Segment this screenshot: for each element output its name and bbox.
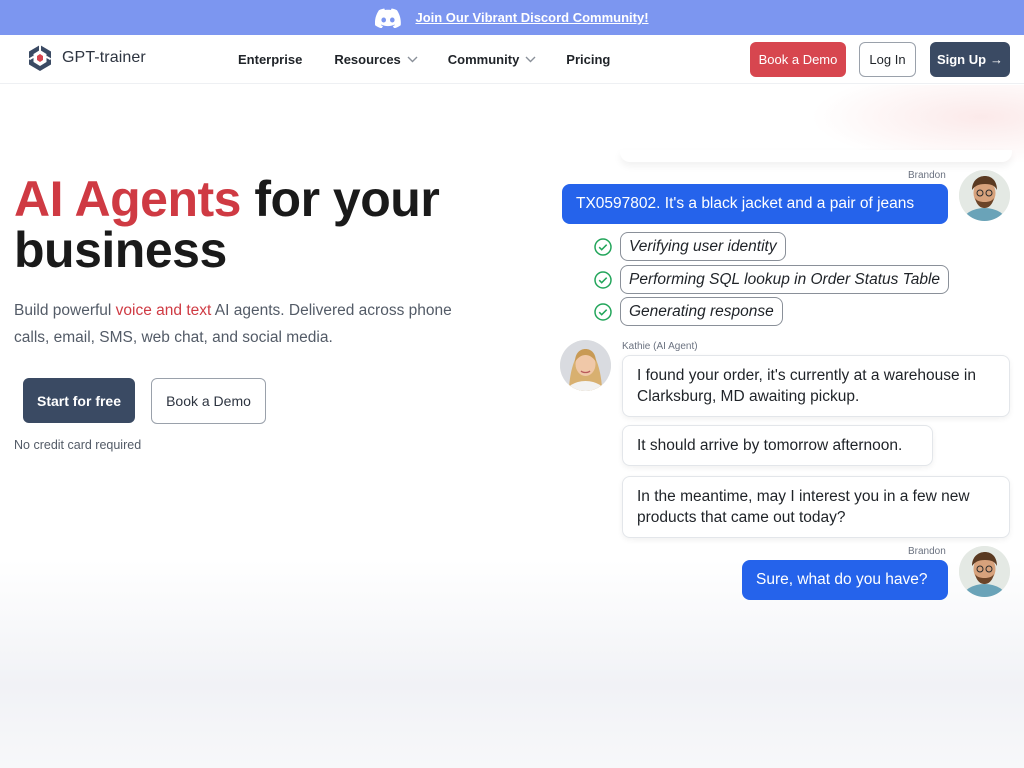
hero-headline: AI Agents for your business <box>14 174 514 276</box>
user-avatar <box>959 170 1010 221</box>
signup-button[interactable]: Sign Up → <box>930 42 1010 77</box>
agent-message-bubble: It should arrive by tomorrow afternoon. <box>622 425 933 466</box>
user-name-label: Brandon <box>908 546 946 557</box>
agent-message-text: It should arrive by tomorrow afternoon. <box>637 437 903 454</box>
signup-label: Sign Up <box>936 52 987 67</box>
arrow-right-icon: → <box>990 52 1004 67</box>
user-message-bubble: TX0597802. It's a black jacket and a pai… <box>562 184 948 224</box>
step-label: Performing SQL lookup in Order Status Ta… <box>620 265 950 294</box>
user-message-bubble: Sure, what do you have? <box>742 560 948 600</box>
nav-menu: Enterprise Resources Community Pricing <box>238 35 610 84</box>
nav-item-label: Resources <box>334 52 401 67</box>
subcopy-accent: voice and text <box>115 302 212 319</box>
gpt-trainer-logo-icon <box>28 45 52 71</box>
announcement-bar: Join Our Vibrant Discord Community! <box>0 0 1024 35</box>
no-credit-card-note: No credit card required <box>14 438 142 452</box>
brand-logo[interactable]: GPT-trainer <box>26 44 146 72</box>
user-message-text: TX0597802. It's a black jacket and a pai… <box>576 195 915 212</box>
discord-icon <box>375 8 402 28</box>
user-avatar-image <box>959 170 1010 221</box>
user-avatar <box>959 546 1010 597</box>
hero-book-demo-button[interactable]: Book a Demo <box>151 378 266 424</box>
check-circle-icon <box>594 270 612 289</box>
processing-step: Performing SQL lookup in Order Status Ta… <box>594 265 950 294</box>
book-demo-button[interactable]: Book a Demo <box>750 42 846 77</box>
agent-name-label: Kathie (AI Agent) <box>622 341 698 352</box>
processing-step: Generating response <box>594 297 783 326</box>
agent-message-bubble: In the meantime, may I interest you in a… <box>622 476 1010 538</box>
nav-item-label: Pricing <box>566 52 611 67</box>
headline-accent: AI Agents <box>14 171 242 227</box>
agent-avatar-image <box>560 340 611 391</box>
login-button[interactable]: Log In <box>859 42 916 77</box>
nav-item-enterprise[interactable]: Enterprise <box>238 52 302 67</box>
nav-item-label: Enterprise <box>238 52 303 67</box>
user-name-label: Brandon <box>908 170 946 181</box>
user-message-text: Sure, what do you have? <box>756 571 928 588</box>
headline-text-line2: business <box>14 222 227 278</box>
check-circle-icon <box>594 237 612 256</box>
chevron-down-icon <box>525 56 536 63</box>
processing-step: Verifying user identity <box>594 232 786 261</box>
chevron-down-icon <box>407 56 418 63</box>
check-circle-icon <box>594 302 612 321</box>
step-label: Verifying user identity <box>620 232 786 261</box>
step-label: Generating response <box>620 297 783 326</box>
chat-card-edge <box>620 150 1012 162</box>
start-free-button[interactable]: Start for free <box>23 378 135 423</box>
agent-message-bubble: I found your order, it's currently at a … <box>622 355 1010 417</box>
agent-message-text: I found your order, it's currently at a … <box>637 367 976 405</box>
nav-item-resources[interactable]: Resources <box>334 52 418 67</box>
agent-message-text: In the meantime, may I interest you in a… <box>637 488 970 526</box>
nav-item-community[interactable]: Community <box>448 52 537 67</box>
agent-avatar <box>560 340 611 391</box>
nav-item-pricing[interactable]: Pricing <box>566 52 610 67</box>
nav-item-label: Community <box>447 52 520 67</box>
brand-name: GPT-trainer <box>62 49 146 66</box>
headline-text: for your <box>241 171 440 227</box>
top-navigation: GPT-trainer Enterprise Resources Communi… <box>0 35 1024 84</box>
hero-subcopy: Build powerful voice and text AI agents.… <box>14 297 474 351</box>
discord-community-link[interactable]: Join Our Vibrant Discord Community! <box>415 10 648 25</box>
subcopy-text: Build powerful <box>14 302 116 319</box>
user-avatar-image <box>959 546 1010 597</box>
